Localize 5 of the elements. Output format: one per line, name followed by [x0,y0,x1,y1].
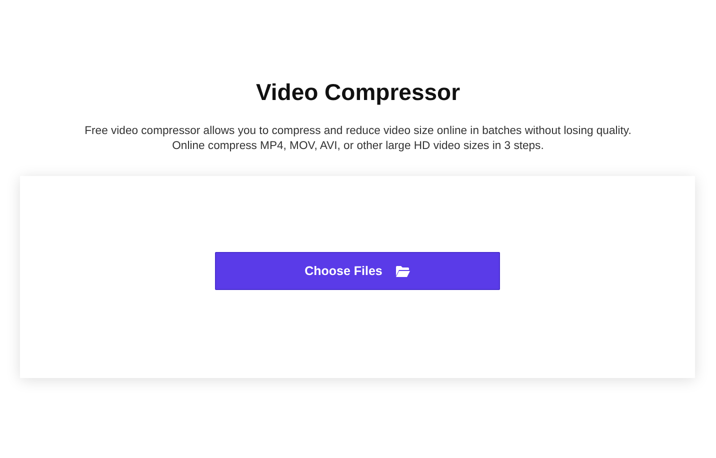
choose-files-button[interactable]: Choose Files [215,252,500,290]
description-text: Free video compressor allows you to compress and reduce video size online in batches without losing quality. [84,124,632,139]
description-text: Online compress MP4, MOV, AVI, or other large HD video sizes in 3 steps. [171,139,545,154]
folder-icon [396,266,410,276]
page-title: Video Compressor [254,78,462,106]
